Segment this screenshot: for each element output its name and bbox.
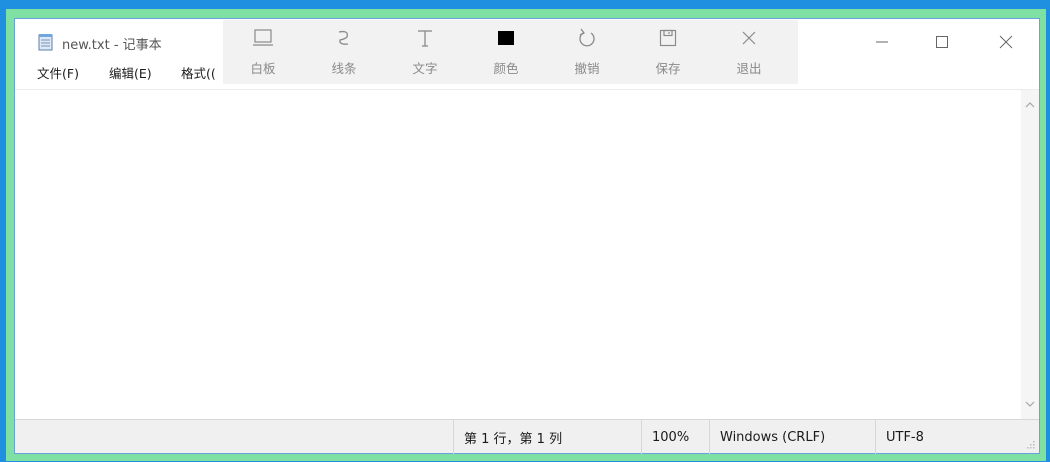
chevron-up-icon [1025, 102, 1035, 108]
close-button[interactable] [997, 33, 1015, 51]
window-title: new.txt - 记事本 [62, 38, 162, 53]
tool-line[interactable]: 线条 [312, 20, 376, 84]
tool-label: 白板 [250, 61, 276, 76]
resize-grip-icon[interactable] [1025, 439, 1035, 449]
color-icon [498, 31, 514, 45]
whiteboard-icon [253, 29, 273, 46]
status-line-ending: Windows (CRLF) [709, 420, 875, 454]
minimize-icon [876, 41, 888, 43]
tool-label: 颜色 [493, 61, 519, 76]
tool-label: 文字 [412, 61, 438, 76]
save-icon [659, 29, 677, 47]
scroll-down-button[interactable] [1021, 395, 1039, 413]
status-zoom: 100% [641, 420, 709, 454]
vertical-scrollbar[interactable] [1021, 90, 1039, 419]
tool-undo[interactable]: 撤销 [555, 20, 619, 84]
line-icon [338, 30, 349, 45]
text-icon [418, 30, 432, 47]
status-bar: 第 1 行，第 1 列 100% Windows (CRLF) UTF-8 [15, 419, 1039, 454]
status-cursor-position: 第 1 行，第 1 列 [453, 420, 641, 454]
menu-format[interactable]: 格式(( [181, 63, 216, 82]
annotation-toolbar: 白板 线条 文字 颜色 撤销 保存 退出 [223, 20, 798, 84]
minimize-button[interactable] [873, 33, 891, 51]
scroll-up-button[interactable] [1021, 96, 1039, 114]
close-icon [999, 35, 1013, 49]
tool-whiteboard[interactable]: 白板 [231, 20, 295, 84]
chevron-down-icon [1025, 401, 1035, 407]
maximize-icon [936, 36, 948, 48]
status-encoding: UTF-8 [875, 420, 1025, 454]
tool-color[interactable]: 颜色 [474, 20, 538, 84]
notepad-icon [38, 34, 53, 51]
tool-exit[interactable]: 退出 [717, 20, 781, 84]
tool-save[interactable]: 保存 [636, 20, 700, 84]
tool-label: 撤销 [574, 61, 600, 76]
tool-label: 线条 [331, 61, 357, 76]
maximize-button[interactable] [933, 33, 951, 51]
exit-icon [742, 31, 756, 45]
menu-file[interactable]: 文件(F) [37, 63, 79, 82]
tool-label: 保存 [655, 61, 681, 76]
tool-text[interactable]: 文字 [393, 20, 457, 84]
tool-label: 退出 [736, 61, 762, 76]
undo-icon [579, 28, 595, 47]
text-editor-area[interactable] [15, 90, 1021, 419]
menu-edit[interactable]: 编辑(E) [109, 63, 152, 82]
